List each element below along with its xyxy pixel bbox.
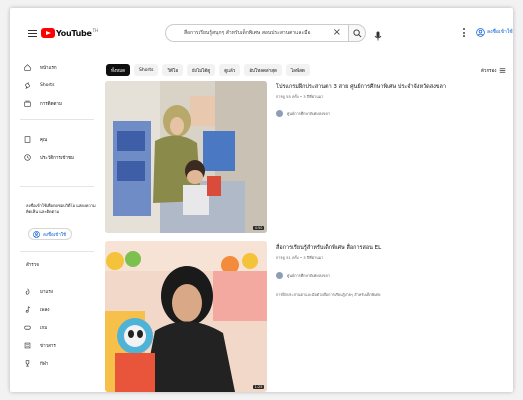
filter-chips-bar: ทั้งหมด Shorts วิดีโอ ยังไม่ได้ดู ดูแล้ว…	[106, 64, 314, 76]
youtube-logo[interactable]: YouTube TH	[41, 27, 98, 39]
voice-search-button[interactable]	[372, 27, 384, 41]
hamburger-menu-icon[interactable]	[28, 30, 37, 37]
video-channel[interactable]: ศูนย์การศึกษาพิเศษสงขลา	[276, 110, 330, 117]
sidebar-item-you[interactable]: คุณ	[24, 132, 47, 146]
channel-avatar[interactable]	[276, 110, 283, 117]
history-icon	[24, 153, 31, 161]
explore-heading: สำรวจ	[26, 263, 39, 268]
account-icon	[476, 27, 485, 37]
video-title[interactable]: สื่อการเรียนรู้สำหรับเด็กพิเศษ สื่อการสอ…	[276, 244, 381, 252]
filters-button[interactable]: ตัวกรอง	[481, 67, 506, 74]
sidebar-item-label: คุณ	[40, 137, 48, 143]
chip-recently-uploaded[interactable]: อัปโหลดล่าสุด	[244, 64, 282, 76]
sidebar-divider	[20, 186, 94, 187]
sidebar-item-label: กีฬา	[40, 361, 49, 367]
sidebar-item-label: หน้าแรก	[40, 65, 57, 71]
logo-region: TH	[92, 27, 99, 33]
signin-prompt-text: ลงชื่อเข้าใช้เพื่อกดชอบวิดีโอ แสดงความคิ…	[26, 203, 96, 214]
gaming-icon	[24, 325, 31, 330]
sidebar-item-label: มาแรง	[40, 289, 54, 295]
chip-watched[interactable]: ดูแล้ว	[219, 64, 241, 76]
signin-label: ลงชื่อเข้าใช้	[487, 29, 513, 35]
sports-icon	[25, 359, 30, 366]
sidebar-item-label: ข่าวสาร	[40, 343, 56, 349]
video-channel[interactable]: ศูนย์การศึกษาพิเศษสงขลา	[276, 272, 330, 279]
chip-all[interactable]: ทั้งหมด	[106, 64, 131, 76]
chip-shorts[interactable]: Shorts	[134, 64, 159, 76]
chip-unwatched[interactable]: ยังไม่ได้ดู	[187, 64, 216, 76]
chip-live[interactable]: ไลฟ์สด	[285, 64, 310, 76]
browser-window: YouTube TH สื่อการเรียนรู้สนุกๆ สำหรับเด…	[10, 8, 513, 392]
account-icon	[33, 230, 40, 238]
guide-sidebar: หน้าแรก Shorts การติดตาม คุณ ประวัติการเ…	[10, 56, 102, 392]
masthead: YouTube TH สื่อการเรียนรู้สนุกๆ สำหรับเด…	[10, 8, 513, 56]
sidebar-item-label: การติดตาม	[40, 101, 62, 107]
trending-icon	[25, 287, 30, 295]
filters-label: ตัวกรอง	[481, 69, 497, 74]
sidebar-divider	[20, 119, 94, 120]
search-icon	[353, 29, 362, 38]
sidebar-item-label: เกม	[40, 325, 48, 331]
video-thumbnail[interactable]: 1:25	[105, 241, 267, 392]
sidebar-item-label: ประวัติการเข้าชม	[40, 155, 74, 161]
video-title[interactable]: โปรแกรมฝึกประสานตา 3 สาย ศูนย์การศึกษาพิ…	[276, 83, 446, 91]
search-query-text: สื่อการเรียนรู้สนุกๆ สำหรับเด็กพิเศษ สอน…	[184, 30, 311, 36]
video-meta: การดู 51 ครั้ง • 3 ปีที่ผ่านมา	[276, 255, 324, 260]
channel-name: ศูนย์การศึกษาพิเศษสงขลา	[287, 272, 330, 278]
video-description: การฝึกประสานตาและมือด้วยสื่อการเรียนรู้ง…	[276, 292, 381, 297]
settings-kebab-icon[interactable]	[462, 27, 466, 39]
microphone-icon	[374, 31, 382, 41]
music-icon	[25, 305, 31, 313]
channel-name: ศูนย์การศึกษาพิเศษสงขลา	[287, 110, 330, 116]
sidebar-item-sports[interactable]: กีฬา	[24, 356, 48, 370]
thumbnail-image	[105, 81, 267, 233]
subscriptions-icon	[24, 100, 31, 107]
channel-avatar[interactable]	[276, 272, 283, 279]
thumbnail-image	[105, 241, 267, 392]
video-duration: 1:25	[253, 385, 264, 389]
sidebar-item-label: เพลง	[40, 307, 50, 313]
sidebar-signin-button[interactable]: ลงชื่อเข้าใช้	[28, 228, 72, 240]
signin-button[interactable]: ลงชื่อเข้าใช้	[476, 25, 513, 39]
sidebar-item-trending[interactable]: มาแรง	[24, 284, 53, 298]
search-button[interactable]	[348, 24, 366, 42]
search-input[interactable]: สื่อการเรียนรู้สนุกๆ สำหรับเด็กพิเศษ สอน…	[165, 24, 352, 42]
logo-text: YouTube	[56, 28, 92, 38]
filter-icon	[499, 68, 505, 73]
sidebar-item-label: Shorts	[40, 82, 55, 88]
video-thumbnail[interactable]: 4:50	[105, 81, 267, 233]
video-duration: 4:50	[253, 226, 264, 230]
sidebar-item-subscriptions[interactable]: การติดตาม	[24, 96, 62, 110]
play-logo-icon	[41, 28, 55, 38]
sidebar-signin-label: ลงชื่อเข้าใช้	[43, 232, 67, 238]
sidebar-item-gaming[interactable]: เกม	[24, 320, 47, 334]
you-icon	[24, 135, 31, 143]
sidebar-item-news[interactable]: ข่าวสาร	[24, 338, 56, 352]
sidebar-item-history[interactable]: ประวัติการเข้าชม	[24, 150, 74, 164]
sidebar-item-home[interactable]: หน้าแรก	[24, 60, 57, 74]
chip-videos[interactable]: วิดีโอ	[162, 64, 184, 76]
news-icon	[24, 342, 31, 348]
home-icon	[24, 63, 31, 71]
shorts-icon	[25, 81, 30, 89]
sidebar-divider	[20, 251, 94, 252]
clear-search-icon[interactable]: ×	[333, 27, 341, 38]
sidebar-item-shorts[interactable]: Shorts	[24, 78, 54, 92]
video-meta: การดู 55 ครั้ง • 3 ปีที่ผ่านมา	[276, 94, 324, 99]
sidebar-item-music[interactable]: เพลง	[24, 302, 49, 316]
